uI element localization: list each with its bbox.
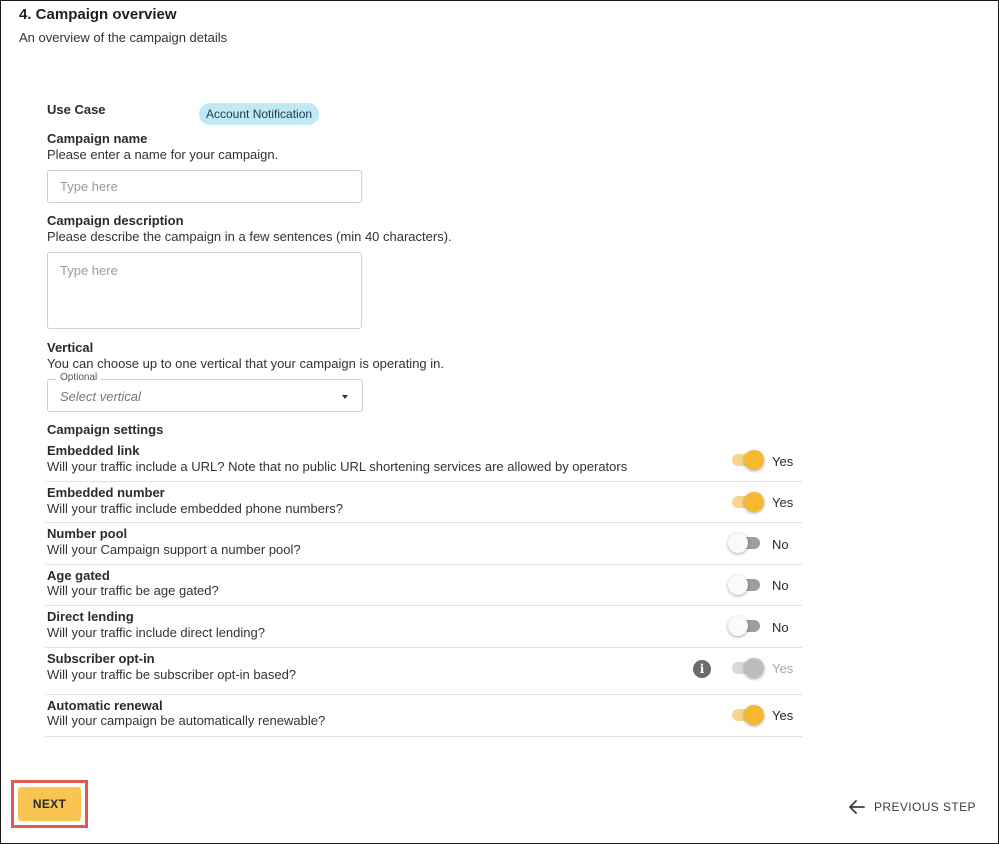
number-pool-value: No <box>772 537 789 552</box>
previous-step-label: PREVIOUS STEP <box>874 800 976 814</box>
toggle-thumb <box>744 705 764 725</box>
embedded-number-toggle[interactable] <box>730 492 764 512</box>
campaign-description-input[interactable] <box>47 252 362 329</box>
vertical-label: Vertical <box>47 340 94 355</box>
previous-step-button[interactable]: PREVIOUS STEP <box>848 797 976 817</box>
use-case-label: Use Case <box>47 102 106 117</box>
age-gated-value: No <box>772 578 789 593</box>
direct-lending-toggle[interactable] <box>728 616 762 636</box>
caret-down-icon <box>342 395 348 399</box>
info-icon[interactable]: i <box>693 660 711 678</box>
setting-row-direct-lending: Direct lending Will your traffic include… <box>45 606 802 648</box>
setting-row-embedded-number: Embedded number Will your traffic includ… <box>45 482 802 523</box>
setting-description: Will your traffic be subscriber opt-in b… <box>47 667 297 682</box>
setting-title: Direct lending <box>47 609 134 624</box>
setting-title: Age gated <box>47 568 110 583</box>
embedded-link-toggle[interactable] <box>730 450 764 470</box>
campaign-name-help: Please enter a name for your campaign. <box>47 147 279 162</box>
campaign-name-input[interactable] <box>47 170 362 203</box>
setting-description: Will your traffic include a URL? Note th… <box>47 459 628 474</box>
section-subtitle: An overview of the campaign details <box>19 30 228 45</box>
setting-title: Number pool <box>47 526 128 541</box>
campaign-settings-title: Campaign settings <box>47 422 164 437</box>
section-title: 4. Campaign overview <box>19 6 177 23</box>
direct-lending-value: No <box>772 620 789 635</box>
age-gated-toggle[interactable] <box>728 575 762 595</box>
campaign-name-label: Campaign name <box>47 131 148 146</box>
setting-title: Embedded number <box>47 485 165 500</box>
setting-description: Will your campaign be automatically rene… <box>47 713 326 728</box>
setting-title: Automatic renewal <box>47 698 163 713</box>
subscriber-opt-in-toggle <box>730 658 764 678</box>
campaign-description-help: Please describe the campaign in a few se… <box>47 229 452 244</box>
setting-row-automatic-renewal: Automatic renewal Will your campaign be … <box>45 695 802 737</box>
vertical-optional-label: Optional <box>56 372 102 383</box>
vertical-help: You can choose up to one vertical that y… <box>47 356 444 371</box>
setting-description: Will your Campaign support a number pool… <box>47 542 301 557</box>
setting-row-age-gated: Age gated Will your traffic be age gated… <box>45 565 802 606</box>
vertical-select-placeholder: Select vertical <box>60 389 141 404</box>
subscriber-opt-in-value: Yes <box>772 661 794 676</box>
setting-title: Embedded link <box>47 443 140 458</box>
toggle-thumb <box>744 658 764 678</box>
automatic-renewal-toggle[interactable] <box>730 705 764 725</box>
setting-row-embedded-link: Embedded link Will your traffic include … <box>45 441 802 482</box>
automatic-renewal-value: Yes <box>772 708 794 723</box>
embedded-link-value: Yes <box>772 454 794 469</box>
number-pool-toggle[interactable] <box>728 533 762 553</box>
vertical-select[interactable]: Optional Select vertical <box>47 372 363 412</box>
use-case-chip: Account Notification <box>199 103 320 125</box>
next-button[interactable]: NEXT <box>18 787 81 821</box>
campaign-description-label: Campaign description <box>47 213 184 228</box>
setting-description: Will your traffic include direct lending… <box>47 625 265 640</box>
toggle-thumb <box>744 450 764 470</box>
toggle-thumb <box>728 533 748 553</box>
arrow-left-icon <box>849 800 865 814</box>
setting-description: Will your traffic be age gated? <box>47 583 219 598</box>
toggle-thumb <box>744 492 764 512</box>
setting-title: Subscriber opt-in <box>47 651 155 666</box>
toggle-thumb <box>728 616 748 636</box>
setting-row-subscriber-opt-in: Subscriber opt-in Will your traffic be s… <box>45 648 802 695</box>
setting-description: Will your traffic include embedded phone… <box>47 501 344 516</box>
setting-row-number-pool: Number pool Will your Campaign support a… <box>45 523 802 565</box>
embedded-number-value: Yes <box>772 495 794 510</box>
toggle-thumb <box>728 575 748 595</box>
